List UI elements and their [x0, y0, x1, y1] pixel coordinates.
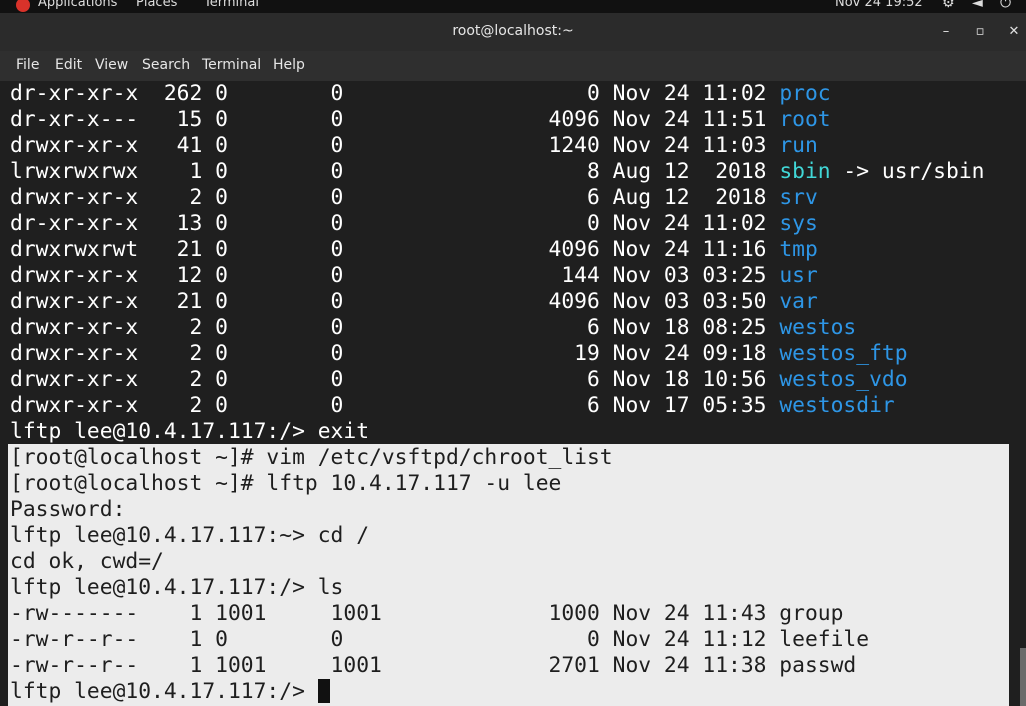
- line-text: drwxr-xr-x 21 0 0 4096 Nov 03 03:50: [10, 289, 780, 314]
- line-text: lftp lee@10.4.17.117:/>: [10, 679, 318, 704]
- line-text: drwxr-xr-x 2 0 0 6 Nov 18 08:25: [10, 315, 780, 340]
- line-text: -rw------- 1 1001 1001 1000 Nov 24 11:43…: [10, 601, 844, 626]
- scrollbar-thumb[interactable]: [1020, 648, 1026, 706]
- terminal-line: dr-xr-x--- 15 0 0 4096 Nov 24 11:51 root: [10, 107, 984, 133]
- directory-name: sys: [779, 211, 818, 236]
- line-text: [root@localhost ~]# lftp 10.4.17.117 -u …: [10, 471, 562, 496]
- network-icon[interactable]: ⚙: [942, 0, 955, 11]
- menu-file[interactable]: File: [16, 57, 39, 73]
- applications-menu[interactable]: Applications: [38, 0, 117, 10]
- directory-name: westos_ftp: [779, 341, 908, 366]
- menu-terminal[interactable]: Terminal: [202, 57, 261, 73]
- terminal-line: lftp lee@10.4.17.117:~> cd /: [10, 523, 984, 549]
- line-text: drwxr-xr-x 41 0 0 1240 Nov 24 11:03: [10, 133, 780, 158]
- line-text: lftp lee@10.4.17.117:~> cd /: [10, 523, 370, 548]
- line-text: dr-xr-xr-x 13 0 0 0 Nov 24 11:02: [10, 211, 780, 236]
- terminal-line: [root@localhost ~]# lftp 10.4.17.117 -u …: [10, 471, 984, 497]
- system-top-bar: Applications Places Terminal Nov 24 19:5…: [0, 0, 1026, 13]
- power-icon[interactable]: ⏻: [1000, 0, 1011, 11]
- terminal-line: dr-xr-xr-x 262 0 0 0 Nov 24 11:02 proc: [10, 81, 984, 107]
- line-text: lrwxrwxrwx 1 0 0 8 Aug 12 2018: [10, 159, 780, 184]
- directory-name: tmp: [779, 237, 818, 262]
- terminal-line: dr-xr-xr-x 13 0 0 0 Nov 24 11:02 sys: [10, 211, 984, 237]
- terminal-app-menu[interactable]: Terminal: [204, 0, 259, 10]
- line-text: -rw-r--r-- 1 1001 1001 2701 Nov 24 11:38…: [10, 653, 857, 678]
- menu-search[interactable]: Search: [142, 57, 190, 73]
- menu-help[interactable]: Help: [273, 57, 305, 73]
- terminal-line: drwxr-xr-x 12 0 0 144 Nov 03 03:25 usr: [10, 263, 984, 289]
- terminal-line: -rw------- 1 1001 1001 1000 Nov 24 11:43…: [10, 601, 984, 627]
- applications-logo-icon[interactable]: [16, 0, 30, 12]
- terminal-line: drwxr-xr-x 2 0 0 6 Nov 18 08:25 westos: [10, 315, 984, 341]
- line-text: drwxrwxrwt 21 0 0 4096 Nov 24 11:16: [10, 237, 780, 262]
- line-text: Password:: [10, 497, 126, 522]
- line-text: dr-xr-xr-x 262 0 0 0 Nov 24 11:02: [10, 81, 780, 106]
- directory-name: root: [779, 107, 831, 132]
- line-text: lftp lee@10.4.17.117:/> ls: [10, 575, 344, 600]
- terminal-line: drwxrwxrwt 21 0 0 4096 Nov 24 11:16 tmp: [10, 237, 984, 263]
- terminal-lines: dr-xr-xr-x 262 0 0 0 Nov 24 11:02 proc dr…: [10, 81, 984, 705]
- directory-name: run: [779, 133, 818, 158]
- terminal-line: [root@localhost ~]# vim /etc/vsftpd/chro…: [10, 445, 984, 471]
- symlink-target: -> usr/sbin: [830, 159, 985, 184]
- line-text: drwxr-xr-x 2 0 0 6 Aug 12 2018: [10, 185, 780, 210]
- volume-icon[interactable]: ◄: [972, 0, 983, 11]
- terminal-line: cd ok, cwd=/: [10, 549, 984, 575]
- symlink-name: sbin: [779, 159, 831, 184]
- directory-name: proc: [779, 81, 831, 106]
- minimize-button[interactable]: –: [935, 21, 957, 43]
- window-title-bar[interactable]: root@localhost:~ – ▫ ✕: [0, 13, 1026, 51]
- directory-name: var: [779, 289, 818, 314]
- terminal-line: lrwxrwxrwx 1 0 0 8 Aug 12 2018 sbin -> u…: [10, 159, 984, 185]
- line-text: dr-xr-x--- 15 0 0 4096 Nov 24 11:51: [10, 107, 780, 132]
- terminal-scrollbar[interactable]: [1020, 81, 1026, 706]
- clock[interactable]: Nov 24 19:52: [835, 0, 923, 10]
- terminal-line: drwxr-xr-x 2 0 0 19 Nov 24 09:18 westos_…: [10, 341, 984, 367]
- maximize-button[interactable]: ▫: [969, 21, 991, 43]
- directory-name: westos_vdo: [779, 367, 908, 392]
- directory-name: srv: [779, 185, 818, 210]
- line-text: cd ok, cwd=/: [10, 549, 164, 574]
- line-text: [root@localhost ~]# vim /etc/vsftpd/chro…: [10, 445, 613, 470]
- terminal-line: lftp lee@10.4.17.117:/>: [10, 679, 984, 705]
- text-cursor: [317, 679, 330, 703]
- terminal-line: Password:: [10, 497, 984, 523]
- terminal-line: drwxr-xr-x 2 0 0 6 Nov 18 10:56 westos_v…: [10, 367, 984, 393]
- terminal-line: -rw-r--r-- 1 1001 1001 2701 Nov 24 11:38…: [10, 653, 984, 679]
- window-title: root@localhost:~: [452, 23, 574, 39]
- line-text: drwxr-xr-x 2 0 0 6 Nov 18 10:56: [10, 367, 780, 392]
- terminal-output[interactable]: dr-xr-xr-x 262 0 0 0 Nov 24 11:02 proc dr…: [0, 81, 1026, 706]
- menu-view[interactable]: View: [95, 57, 128, 73]
- menu-edit[interactable]: Edit: [55, 57, 82, 73]
- directory-name: westos: [779, 315, 857, 340]
- directory-name: usr: [779, 263, 818, 288]
- terminal-line: drwxr-xr-x 41 0 0 1240 Nov 24 11:03 run: [10, 133, 984, 159]
- terminal-line: drwxr-xr-x 21 0 0 4096 Nov 03 03:50 var: [10, 289, 984, 315]
- terminal-line: lftp lee@10.4.17.117:/> ls: [10, 575, 984, 601]
- places-menu[interactable]: Places: [136, 0, 177, 10]
- terminal-line: lftp lee@10.4.17.117:/> exit: [10, 419, 984, 445]
- close-button[interactable]: ✕: [1003, 21, 1025, 43]
- directory-name: westosdir: [779, 393, 895, 418]
- line-text: drwxr-xr-x 2 0 0 19 Nov 24 09:18: [10, 341, 780, 366]
- line-text: lftp lee@10.4.17.117:/> exit: [10, 419, 370, 444]
- line-text: drwxr-xr-x 12 0 0 144 Nov 03 03:25: [10, 263, 780, 288]
- line-text: drwxr-xr-x 2 0 0 6 Nov 17 05:35: [10, 393, 780, 418]
- menu-bar: File Edit View Search Terminal Help: [0, 51, 1026, 81]
- terminal-line: drwxr-xr-x 2 0 0 6 Aug 12 2018 srv: [10, 185, 984, 211]
- terminal-line: -rw-r--r-- 1 0 0 0 Nov 24 11:12 leefile: [10, 627, 984, 653]
- terminal-line: drwxr-xr-x 2 0 0 6 Nov 17 05:35 westosdi…: [10, 393, 984, 419]
- line-text: -rw-r--r-- 1 0 0 0 Nov 24 11:12 leefile: [10, 627, 870, 652]
